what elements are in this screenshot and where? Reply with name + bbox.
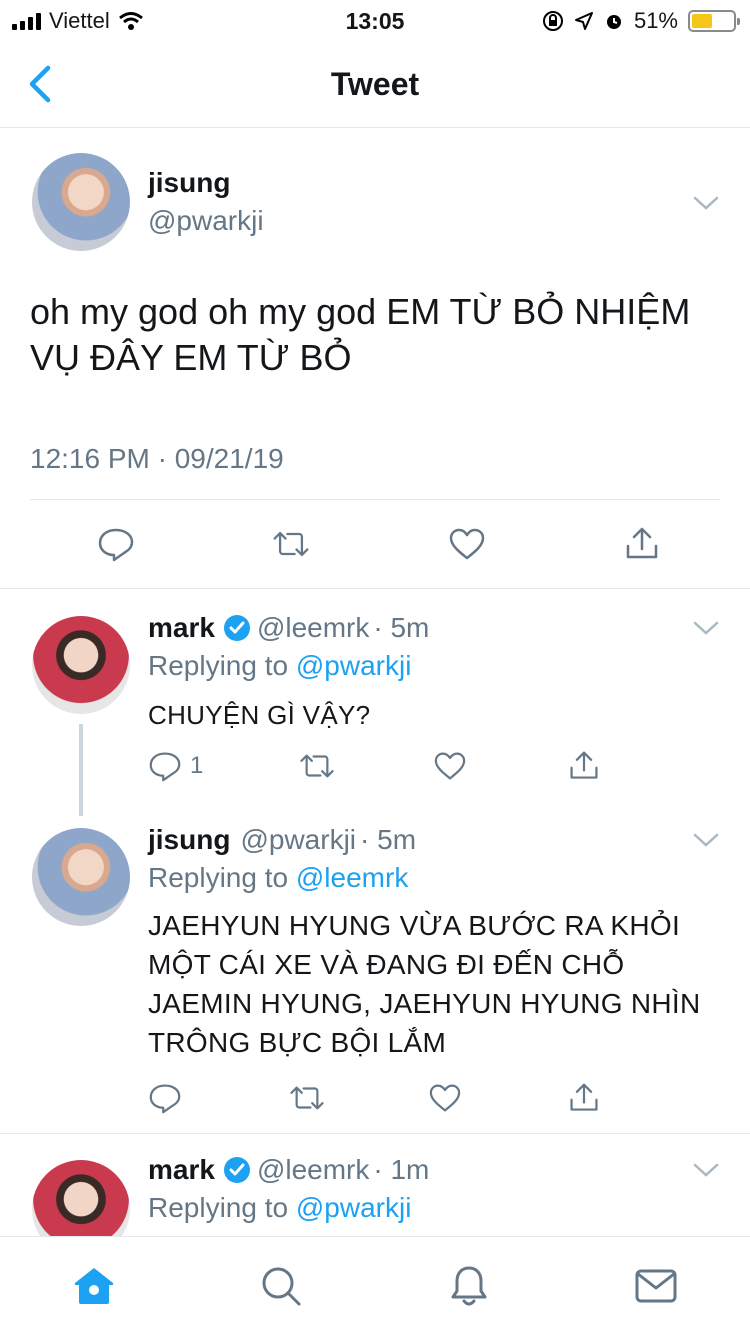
like-button[interactable] [447, 524, 487, 564]
chevron-down-icon[interactable] [692, 1160, 720, 1180]
tab-bar [0, 1236, 750, 1334]
avatar[interactable] [32, 1160, 130, 1236]
like-icon [429, 1084, 461, 1112]
location-icon [574, 12, 593, 30]
share-icon [626, 527, 658, 559]
retweet-icon [290, 1086, 324, 1110]
rotation-lock-icon [542, 11, 563, 31]
retweet-button[interactable] [298, 746, 338, 786]
tweet-actions: 1 [148, 746, 608, 786]
replying-to-link[interactable]: @pwarkji [296, 650, 412, 681]
author-name[interactable]: jisung [148, 824, 230, 856]
replying-to: Replying to @pwarkji [148, 650, 412, 681]
home-icon [74, 1267, 114, 1304]
tweet-actions [148, 1078, 608, 1118]
author-handle[interactable]: @leemrk [257, 612, 369, 644]
replying-to-link[interactable]: @pwarkji [296, 1192, 412, 1223]
share-icon [570, 751, 598, 779]
main-tweet: jisung @pwarkji oh my god oh my god EM T… [0, 129, 750, 589]
replying-to: Replying to @pwarkji [148, 1192, 412, 1223]
tab-search[interactable] [251, 1256, 311, 1316]
author-handle[interactable]: @pwarkji [240, 824, 356, 856]
status-bar: Viettel 13:05 51% [0, 0, 750, 40]
like-button[interactable] [428, 1078, 468, 1118]
author-handle[interactable]: @leemrk [257, 1154, 369, 1186]
reply-tweet[interactable]: jisung @pwarkji · 5m Replying to @leemrk… [0, 812, 750, 1132]
chevron-down-icon[interactable] [692, 618, 720, 638]
reply-tweet[interactable]: mark @leemrk · 5m Replying to @pwarkji C… [0, 590, 750, 810]
reply-button[interactable]: 1 [148, 746, 203, 786]
battery-icon [688, 10, 740, 32]
reply-tweet[interactable]: mark @leemrk · 1m Replying to @pwarkji [0, 1134, 750, 1236]
like-icon [449, 528, 484, 560]
share-icon [570, 1083, 598, 1111]
tweet-text: oh my god oh my god EM TỪ BỎ NHIỆM VỤ ĐÂ… [30, 291, 691, 378]
retweet-button[interactable] [271, 524, 311, 564]
reply-icon [98, 528, 134, 562]
nav-bar: Tweet [0, 40, 750, 128]
like-icon [434, 752, 466, 780]
author-handle[interactable]: @pwarkji [148, 205, 264, 237]
page-title: Tweet [330, 66, 420, 102]
mail-icon [635, 1269, 677, 1302]
replying-to-link[interactable]: @leemrk [296, 862, 408, 893]
verified-badge-icon [223, 615, 250, 641]
tab-home[interactable] [64, 1256, 124, 1316]
author-name[interactable]: jisung [148, 167, 230, 199]
chevron-down-icon[interactable] [692, 193, 720, 213]
share-button[interactable] [568, 1078, 608, 1118]
bell-icon [451, 1266, 487, 1305]
tab-messages[interactable] [626, 1256, 686, 1316]
avatar[interactable] [32, 153, 130, 251]
share-button[interactable] [568, 746, 608, 786]
tweet-text: JAEHYUN HYUNG VỪA BƯỚC RA KHỎI MỘT CÁI X… [148, 910, 701, 1058]
avatar[interactable] [32, 616, 130, 714]
like-button[interactable] [433, 746, 473, 786]
reply-button[interactable] [148, 1078, 188, 1118]
replying-to: Replying to @leemrk [148, 862, 409, 893]
tweet-text: CHUYỆN GÌ VẬY? [148, 700, 371, 730]
divider [30, 499, 720, 500]
author-name[interactable]: mark [148, 1154, 215, 1186]
author-name[interactable]: mark [148, 612, 215, 644]
retweet-icon [300, 754, 334, 778]
thread-line [79, 724, 83, 816]
avatar[interactable] [32, 828, 130, 926]
tab-notifications[interactable] [439, 1256, 499, 1316]
reply-icon [149, 752, 181, 782]
share-button[interactable] [622, 524, 662, 564]
tweet-time: · 5m [360, 824, 417, 855]
battery-percent: 51% [633, 8, 678, 33]
reply-icon [149, 1084, 181, 1114]
retweet-icon [273, 531, 309, 557]
reply-button[interactable] [96, 524, 136, 564]
retweet-button[interactable] [288, 1078, 328, 1118]
tweet-time: · 1m [373, 1154, 430, 1185]
search-icon [262, 1267, 301, 1305]
tweet-timestamp: 12:16 PM · 09/21/19 [30, 443, 284, 474]
alarm-icon [606, 15, 621, 29]
chevron-down-icon[interactable] [692, 830, 720, 850]
tweet-actions [96, 524, 662, 564]
reply-count: 1 [190, 752, 204, 779]
verified-badge-icon [223, 1157, 250, 1183]
tweet-time: · 5m [373, 612, 430, 643]
